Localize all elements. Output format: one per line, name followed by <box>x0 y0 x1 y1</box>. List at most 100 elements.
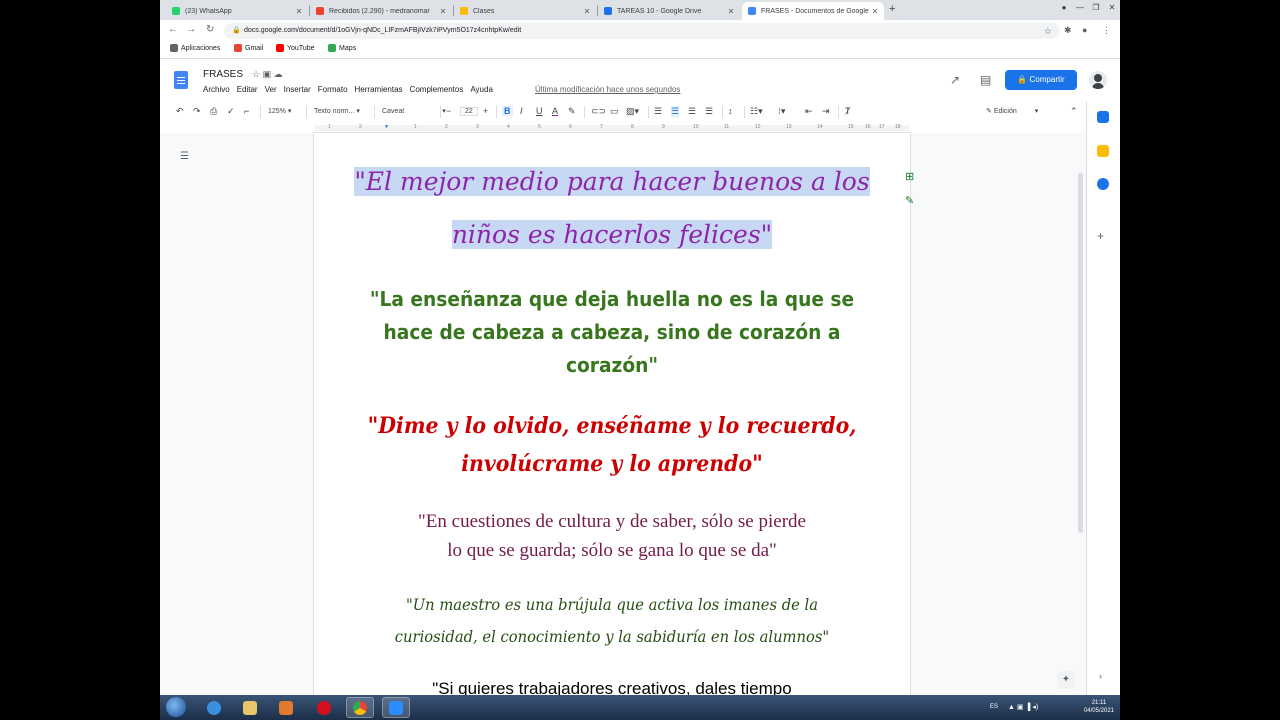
calendar-icon[interactable] <box>1097 111 1109 123</box>
bold-icon[interactable]: B <box>502 106 513 116</box>
editing-mode-select[interactable]: ✎ Edición ▾ <box>986 107 1038 115</box>
align-justify-icon[interactable]: ☰ <box>705 106 713 117</box>
decrease-font-icon[interactable]: − <box>446 106 451 116</box>
spellcheck-icon[interactable]: ✓ <box>227 106 235 117</box>
vertical-scrollbar[interactable] <box>1078 173 1083 533</box>
bookmark-apps[interactable]: Aplicaciones <box>170 44 220 52</box>
increase-indent-icon[interactable]: ⇥ <box>822 106 830 117</box>
profile-icon[interactable]: ● <box>1056 0 1072 18</box>
menu-archivo[interactable]: Archivo <box>203 85 230 94</box>
align-right-icon[interactable]: ☰ <box>688 106 696 117</box>
explore-icon[interactable]: ✦ <box>1057 671 1075 689</box>
add-comment-icon[interactable]: ▭ <box>610 106 619 117</box>
activity-trend-icon[interactable]: ↗ <box>950 73 960 87</box>
align-center-icon[interactable]: ☰ <box>671 106 680 117</box>
close-icon[interactable]: ✕ <box>438 7 448 16</box>
expand-panel-icon[interactable]: › <box>1099 671 1102 681</box>
start-button-icon[interactable] <box>166 697 186 717</box>
forward-icon[interactable]: → <box>186 24 196 35</box>
chrome-taskbar-button[interactable] <box>346 697 374 718</box>
share-button[interactable]: 🔒 Compartir <box>1005 70 1077 90</box>
avatar[interactable] <box>1089 71 1107 89</box>
side-panel: + › <box>1086 101 1120 695</box>
account-icon[interactable]: ● <box>1082 25 1087 35</box>
tab-classroom[interactable]: Clases ✕ <box>454 2 596 20</box>
menu-icon[interactable]: ⋮ <box>1102 25 1111 36</box>
opera-taskbar-button[interactable] <box>310 697 338 718</box>
menu-ayuda[interactable]: Ayuda <box>470 85 493 94</box>
clock[interactable]: 21:11 04/05/2021 <box>1084 699 1114 715</box>
menu-herramientas[interactable]: Herramientas <box>355 85 403 94</box>
close-window-icon[interactable]: ✕ <box>1104 0 1120 18</box>
paint-format-icon[interactable]: ⌐ <box>244 106 249 116</box>
indent-marker-icon[interactable]: ▼ <box>384 124 389 130</box>
last-modified-link[interactable]: Última modificación hace unos segundos <box>535 85 680 94</box>
bulleted-list-icon[interactable]: ⁝▾ <box>778 106 785 117</box>
bookmark-maps[interactable]: Maps <box>328 44 356 52</box>
tab-whatsapp[interactable]: (23) WhatsApp ✕ <box>166 2 308 20</box>
checklist-icon[interactable]: ☷▾ <box>750 106 763 117</box>
close-icon[interactable]: ✕ <box>582 7 592 16</box>
menu-insertar[interactable]: Insertar <box>284 85 311 94</box>
insert-image-icon[interactable]: ▨▾ <box>626 106 639 117</box>
menu-complementos[interactable]: Complementos <box>410 85 464 94</box>
menu-ver[interactable]: Ver <box>265 85 277 94</box>
comments-icon[interactable]: ▤ <box>980 73 991 87</box>
back-icon[interactable]: ← <box>168 24 178 35</box>
style-select[interactable]: Texto norm... ▾ <box>314 107 360 115</box>
zoom-taskbar-button[interactable] <box>382 697 410 718</box>
address-bar[interactable]: 🔒 docs.google.com/document/d/1oGVjn-qNDc… <box>224 23 1060 39</box>
get-addons-icon[interactable]: + <box>1097 229 1104 243</box>
media-taskbar-button[interactable] <box>272 697 300 718</box>
reload-icon[interactable]: ↻ <box>206 24 214 35</box>
add-comment-icon[interactable]: ⊞ <box>905 170 914 183</box>
maximize-icon[interactable]: ❐ <box>1088 0 1104 18</box>
close-icon[interactable]: ✕ <box>294 7 304 16</box>
tasks-icon[interactable] <box>1097 178 1109 190</box>
bookmark-gmail[interactable]: Gmail <box>234 44 263 52</box>
clear-formatting-icon[interactable]: Ⱦ <box>845 106 851 116</box>
menu-formato[interactable]: Formato <box>318 85 348 94</box>
increase-font-icon[interactable]: + <box>483 106 488 116</box>
new-tab-button[interactable]: + <box>889 3 895 15</box>
bookmark-star-icon[interactable]: ☆ <box>1044 23 1052 39</box>
line-spacing-icon[interactable]: ↕ <box>728 106 733 116</box>
link-icon[interactable]: ⊂⊃ <box>591 106 606 117</box>
bookmark-label: Aplicaciones <box>181 44 221 52</box>
italic-icon[interactable]: I <box>520 106 523 116</box>
highlight-icon[interactable]: ✎ <box>568 106 576 117</box>
tab-drive[interactable]: TAREAS 10 - Google Drive ✕ <box>598 2 740 20</box>
tab-docs[interactable]: FRASES - Documentos de Google ✕ <box>742 2 884 20</box>
explorer-taskbar-button[interactable] <box>236 697 264 718</box>
underline-icon[interactable]: U <box>536 106 543 116</box>
tab-gmail[interactable]: Recibidos (2.290) - medranomar ✕ <box>310 2 452 20</box>
star-icon[interactable]: ☆ <box>252 69 260 79</box>
redo-icon[interactable]: ↷ <box>193 106 201 117</box>
undo-icon[interactable]: ↶ <box>176 106 184 117</box>
keep-icon[interactable] <box>1097 145 1109 157</box>
font-select[interactable]: Caveat ▾ <box>382 107 446 115</box>
document-title[interactable]: FRASES <box>203 69 243 80</box>
document-page[interactable]: "El mejor medio para hacer buenos a los … <box>314 133 910 720</box>
zoom-select[interactable]: 125% ▾ <box>268 107 291 115</box>
move-folder-icon[interactable]: ▣ <box>263 69 272 79</box>
menu-editar[interactable]: Editar <box>237 85 258 94</box>
close-icon[interactable]: ✕ <box>870 7 880 16</box>
print-icon[interactable]: ⎙ <box>210 106 217 117</box>
extensions-icon[interactable]: ✱ <box>1064 25 1072 36</box>
bookmark-youtube[interactable]: YouTube <box>276 44 315 52</box>
text-color-icon[interactable]: A <box>552 106 558 116</box>
minimize-icon[interactable]: — <box>1072 0 1088 18</box>
document-outline-icon[interactable]: ☰ <box>180 151 189 162</box>
close-icon[interactable]: ✕ <box>726 7 736 16</box>
docs-logo-icon[interactable] <box>174 71 188 89</box>
tray-icons[interactable]: ▲ ▣ ▐ ◂) <box>1008 703 1038 711</box>
suggest-edit-icon[interactable]: ✎ <box>905 194 914 207</box>
decrease-indent-icon[interactable]: ⇤ <box>805 106 813 117</box>
font-size-field[interactable]: 22 <box>460 107 478 116</box>
collapse-menus-icon[interactable]: ⌃ <box>1070 106 1078 117</box>
align-left-icon[interactable]: ☰ <box>654 106 662 117</box>
cloud-saved-icon[interactable]: ☁ <box>274 69 283 79</box>
ie-taskbar-button[interactable] <box>200 697 228 718</box>
language-indicator[interactable]: ES <box>990 704 998 710</box>
